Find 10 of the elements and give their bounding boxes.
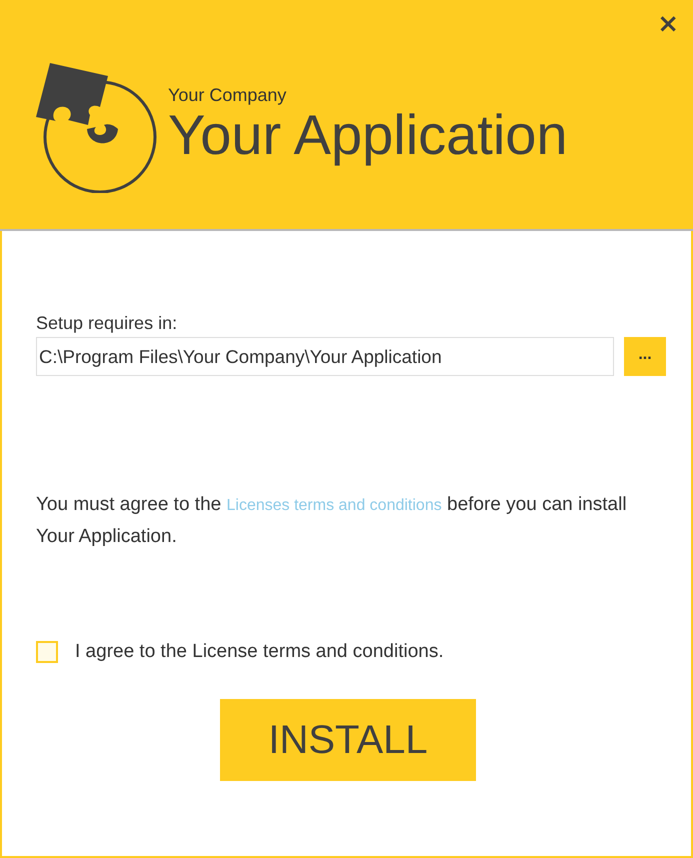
browse-button[interactable]: ... xyxy=(624,337,666,376)
application-title: Your Application xyxy=(168,106,568,165)
install-path-field[interactable]: C:\Program Files\Your Company\Your Application xyxy=(36,337,614,376)
install-button[interactable]: INSTALL xyxy=(220,699,476,781)
install-location-label: Setup requires in: xyxy=(36,313,178,334)
agree-label: I agree to the License terms and conditions. xyxy=(75,641,444,663)
license-notice: You must agree to the Licenses terms and conditions before you can install Your Application. xyxy=(36,493,628,549)
close-button[interactable]: × xyxy=(653,10,683,38)
company-name: Your Company xyxy=(168,85,288,106)
agree-checkbox[interactable] xyxy=(36,641,58,663)
